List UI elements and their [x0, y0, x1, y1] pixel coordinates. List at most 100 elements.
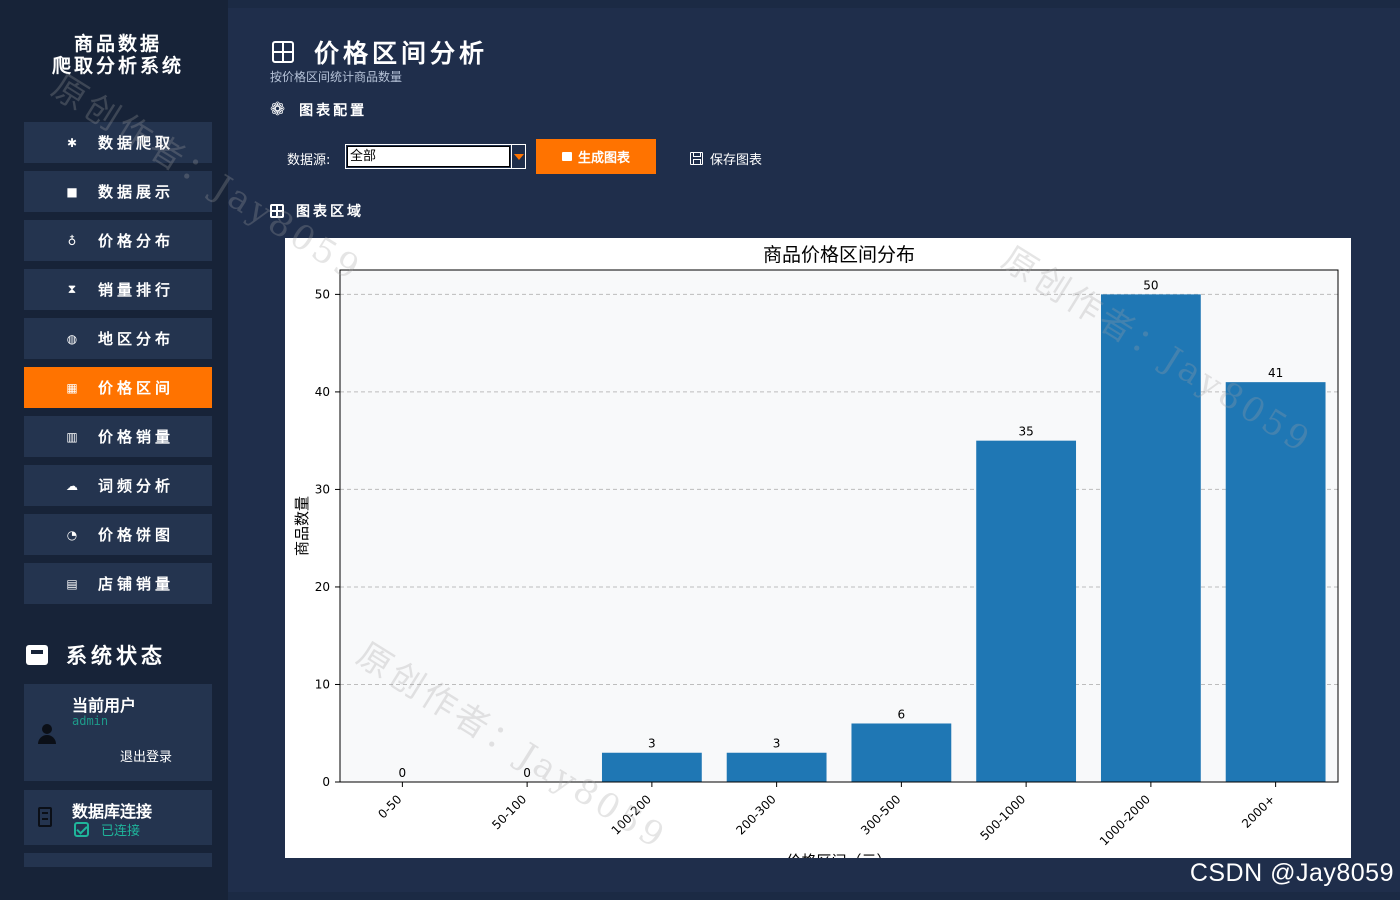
sidebar-item-label: 店铺销量 [98, 575, 175, 593]
datasource-value[interactable]: 全部 [347, 146, 510, 167]
x-tick-label: 500-1000 [977, 792, 1028, 843]
sidebar: 商品数据 爬取分析系统 ✱ 数据爬取 ■ 数据展示 ♁ 价格分布 ⧗ 销量排行 ◍ 地区分布 ▦ 价格… [0, 0, 228, 900]
floppy-icon [690, 152, 703, 165]
main-panel: 价格区间分析 按价格区间统计商品数量 ❁ 图表配置 数据源: 全部 生成图表 保… [228, 8, 1400, 892]
spider-icon: ✱ [66, 135, 78, 150]
grid-chart-icon: ▦ [66, 380, 78, 395]
chart-panel: 0 10 20 30 40 50 0 0-50 0 50-100 3 100-200 3 200-300 6… [285, 238, 1351, 858]
csdn-watermark: CSDN @Jay8059 [1189, 859, 1394, 887]
status-card-stub [24, 853, 212, 867]
sidebar-item-label: 销量排行 [98, 281, 175, 299]
moneybag-icon: ♁ [67, 233, 77, 248]
system-status-header: 系统状态 [26, 640, 166, 670]
datasource-label: 数据源: [287, 153, 331, 168]
datasource-select[interactable]: 全部 [345, 144, 526, 169]
save-chart-label: 保存图表 [710, 153, 763, 168]
sidebar-item-label: 数据爬取 [98, 134, 175, 152]
trophy-icon: ⧗ [67, 282, 77, 296]
sidebar-item-label: 地区分布 [98, 330, 175, 348]
x-tick-label: 300-500 [858, 792, 903, 837]
bar [1100, 294, 1201, 782]
sidebar-item-label: 价格饼图 [98, 526, 175, 544]
chart-config-title: 图表配置 [299, 103, 368, 119]
logout-button[interactable]: 退出登录 [120, 746, 172, 765]
gear-icon: ❁ [270, 99, 286, 120]
chart-title: 商品价格区间分布 [763, 244, 915, 266]
sidebar-item-4[interactable]: ◍ 地区分布 [24, 318, 212, 359]
price-range-bar-chart: 0 10 20 30 40 50 0 0-50 0 50-100 3 100-200 3 200-300 6… [293, 244, 1339, 858]
bar [1225, 382, 1326, 782]
sidebar-item-2[interactable]: ♁ 价格分布 [24, 220, 212, 261]
database-icon [38, 807, 52, 827]
x-tick-label: 0-50 [375, 792, 404, 821]
app-title: 商品数据 爬取分析系统 [0, 33, 236, 77]
page-title-row: 价格区间分析 [272, 34, 488, 70]
store-icon: ▤ [66, 576, 78, 591]
sidebar-item-label: 词频分析 [98, 477, 175, 495]
x-tick-label: 200-300 [733, 792, 778, 837]
x-tick-label: 2000+ [1239, 792, 1278, 831]
sidebar-item-5[interactable]: ▦ 价格区间 [24, 367, 212, 408]
chart-area-title: 图表区域 [296, 204, 364, 220]
x-tick-label: 1000-2000 [1097, 792, 1153, 848]
globe-icon: ◍ [66, 331, 78, 346]
data-label: 0 [399, 766, 407, 780]
table-icon: ▥ [66, 429, 78, 444]
sidebar-item-1[interactable]: ■ 数据展示 [24, 171, 212, 212]
bar [726, 752, 827, 782]
x-tick-label: 100-200 [609, 792, 654, 837]
grid-chart-icon [272, 41, 294, 63]
chevron-down-icon[interactable] [511, 145, 525, 168]
app-title-line1: 商品数据 [73, 33, 162, 55]
box-icon [561, 152, 572, 161]
sidebar-item-7[interactable]: ☁ 词频分析 [24, 465, 212, 506]
sidebar-item-6[interactable]: ▥ 价格销量 [24, 416, 212, 457]
bar [851, 723, 952, 782]
page-subtitle: 按价格区间统计商品数量 [270, 70, 403, 84]
app-title-line2: 爬取分析系统 [51, 55, 184, 77]
data-label: 50 [1143, 278, 1158, 292]
data-label: 35 [1018, 425, 1033, 439]
db-connection-label: 数据库连接 [72, 802, 153, 821]
bar [976, 440, 1077, 782]
grid-chart-icon [270, 204, 284, 218]
sidebar-item-label: 数据展示 [98, 183, 175, 201]
db-connection-card: 数据库连接 已连接 [24, 790, 212, 845]
current-user-card: 当前用户 admin 退出登录 [24, 684, 212, 781]
data-label: 3 [773, 737, 781, 751]
db-status: 已连接 [74, 820, 140, 839]
page-title: 价格区间分析 [314, 39, 489, 68]
current-user-name: admin [72, 714, 109, 728]
check-icon [74, 822, 89, 837]
chart-area-header: 图表区域 [270, 201, 364, 221]
current-user-label: 当前用户 [72, 696, 137, 715]
sidebar-item-label: 价格销量 [98, 428, 175, 446]
status-box-icon [26, 645, 48, 665]
sidebar-item-3[interactable]: ⧗ 销量排行 [24, 269, 212, 310]
generate-chart-button[interactable]: 生成图表 [536, 139, 656, 174]
user-icon [38, 724, 56, 744]
y-tick-label: 10 [315, 677, 330, 691]
sidebar-item-8[interactable]: ◔ 价格饼图 [24, 514, 212, 555]
box-icon: ■ [66, 184, 78, 199]
y-axis-label: 商品数量 [293, 496, 311, 556]
sidebar-item-label: 价格区间 [98, 379, 175, 397]
x-axis-label: 价格区间（元） [786, 852, 891, 858]
sidebar-item-9[interactable]: ▤ 店铺销量 [24, 563, 212, 604]
pie-icon: ◔ [66, 527, 78, 542]
status-title: 系统状态 [66, 643, 166, 668]
y-tick-label: 0 [322, 775, 330, 789]
x-tick-label: 50-100 [489, 792, 529, 832]
generate-chart-label: 生成图表 [577, 151, 630, 166]
save-chart-button[interactable]: 保存图表 [690, 149, 762, 168]
sidebar-item-0[interactable]: ✱ 数据爬取 [24, 122, 212, 163]
y-tick-label: 50 [315, 287, 330, 301]
y-tick-label: 20 [315, 580, 330, 594]
data-label: 41 [1268, 366, 1283, 380]
sidebar-item-label: 价格分布 [98, 232, 175, 250]
chart-config-header: ❁ 图表配置 [270, 100, 367, 120]
data-label: 6 [898, 707, 906, 721]
cloud-icon: ☁ [66, 478, 78, 493]
y-tick-label: 40 [315, 385, 330, 399]
bar [601, 752, 702, 782]
